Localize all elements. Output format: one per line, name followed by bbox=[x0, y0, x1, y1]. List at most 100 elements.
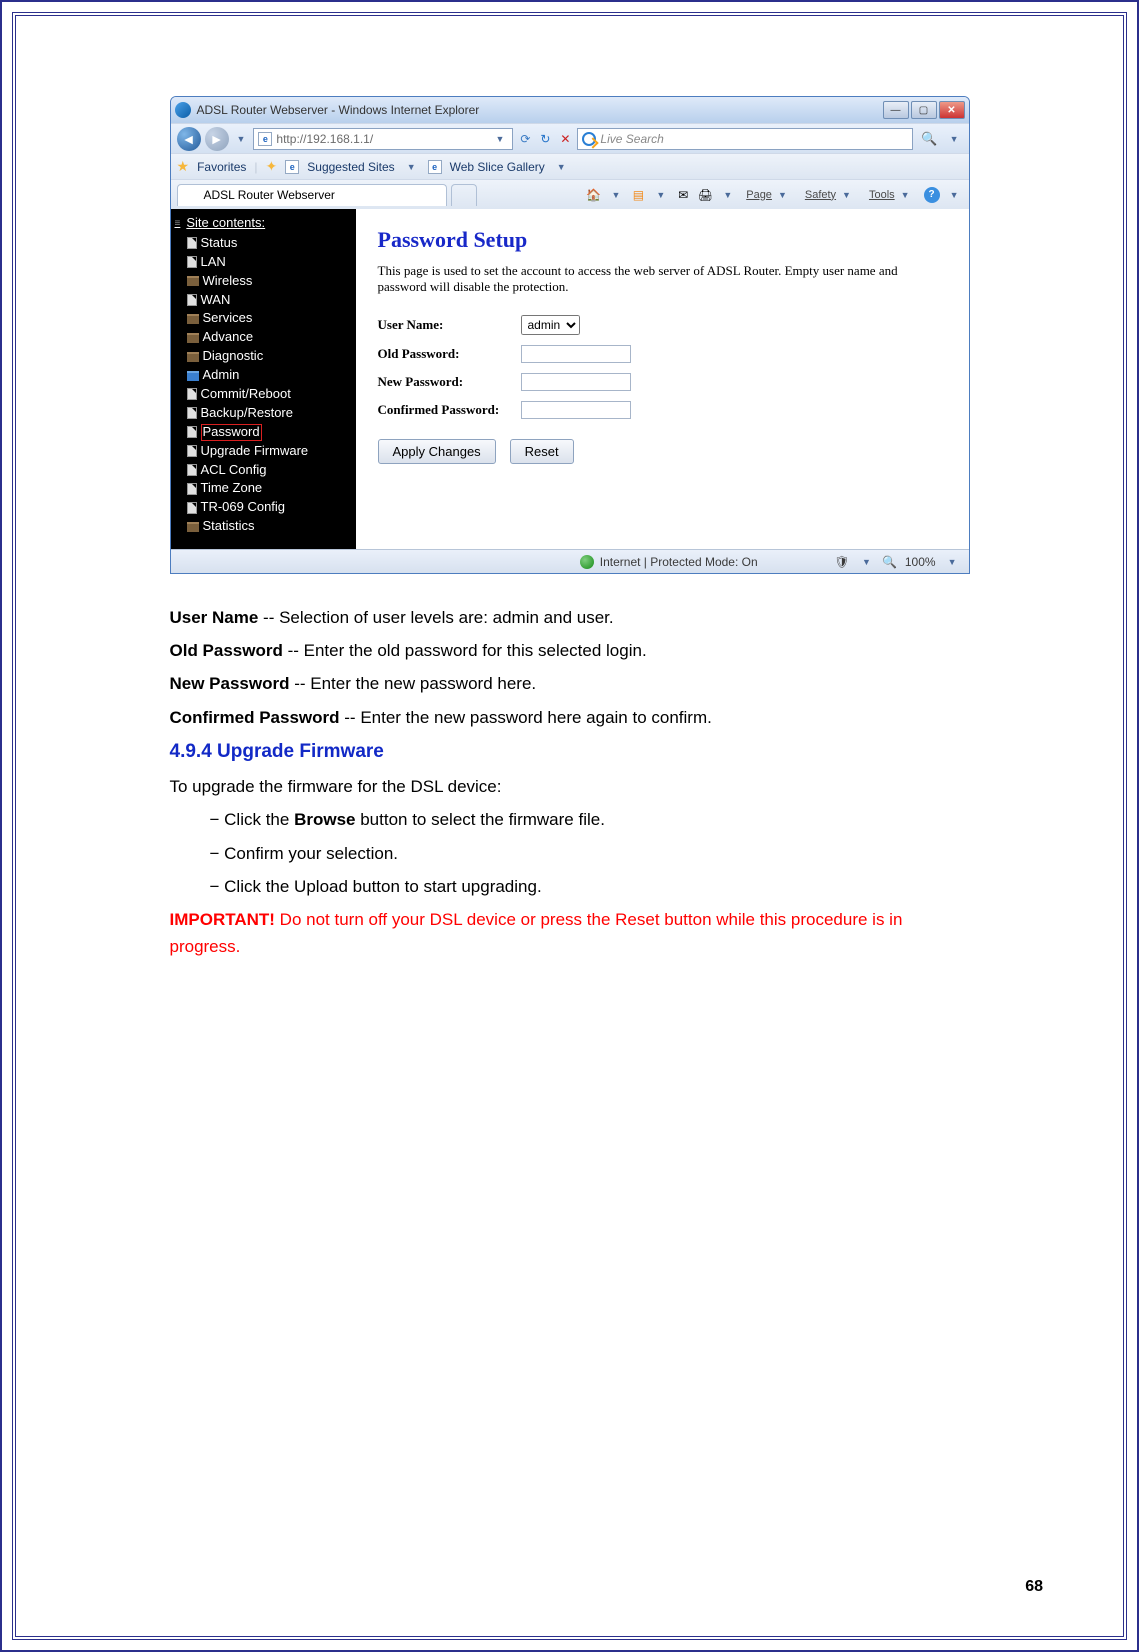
suggested-sites-favicon-icon: e bbox=[285, 160, 299, 174]
refresh-icon[interactable]: ↻ bbox=[537, 131, 553, 147]
home-icon[interactable]: 🏠 bbox=[585, 187, 601, 203]
close-button[interactable]: ✕ bbox=[939, 101, 965, 119]
web-slice-link[interactable]: Web Slice Gallery bbox=[450, 160, 545, 174]
nav-password[interactable]: Password bbox=[187, 423, 352, 442]
protected-mode-icon[interactable]: 🛡 bbox=[834, 554, 850, 570]
browser-tab[interactable]: ADSL Router Webserver bbox=[177, 184, 447, 206]
nav-status[interactable]: Status bbox=[187, 234, 352, 253]
back-button[interactable]: ◄ bbox=[177, 127, 201, 151]
nav-time-zone[interactable]: Time Zone bbox=[187, 479, 352, 498]
zone-icon bbox=[580, 555, 594, 569]
print-icon[interactable]: 🖨 bbox=[697, 187, 713, 203]
apply-changes-button[interactable]: Apply Changes bbox=[378, 439, 496, 464]
nav-wan[interactable]: WAN bbox=[187, 291, 352, 310]
print-drop-icon[interactable]: ▼ bbox=[719, 190, 736, 200]
page-menu[interactable]: Page▼ bbox=[742, 185, 795, 205]
page-heading: Password Setup bbox=[378, 227, 947, 253]
sidebar-root: Site contents: bbox=[186, 215, 265, 232]
address-dropdown-icon[interactable]: ▼ bbox=[492, 134, 509, 144]
def-oldpass-desc: -- Enter the old password for this selec… bbox=[283, 641, 647, 660]
nav-sidebar: ≡Site contents: Status LAN Wireless WAN … bbox=[171, 209, 356, 549]
reset-button[interactable]: Reset bbox=[510, 439, 574, 464]
new-tab-button[interactable] bbox=[451, 184, 477, 206]
important-note: IMPORTANT! Do not turn off your DSL devi… bbox=[170, 906, 970, 960]
page-number: 68 bbox=[1025, 1578, 1043, 1596]
star-icon[interactable]: ★ bbox=[177, 158, 190, 175]
search-bar[interactable]: Live Search bbox=[577, 128, 913, 150]
new-password-label: New Password: bbox=[378, 374, 513, 390]
feeds-icon[interactable]: ▤ bbox=[630, 187, 646, 203]
suggested-sites-link[interactable]: Suggested Sites bbox=[307, 160, 394, 174]
confirmed-password-label: Confirmed Password: bbox=[378, 402, 513, 418]
forward-button[interactable]: ► bbox=[205, 127, 229, 151]
tools-menu[interactable]: Tools▼ bbox=[865, 185, 918, 205]
favorites-bar: ★ Favorites | ✦ e Suggested Sites ▼ e We… bbox=[171, 153, 969, 179]
new-password-input[interactable] bbox=[521, 373, 631, 391]
help-drop-icon[interactable]: ▼ bbox=[946, 190, 963, 200]
confirmed-password-input[interactable] bbox=[521, 401, 631, 419]
web-slice-drop-icon[interactable]: ▼ bbox=[553, 162, 570, 172]
def-oldpass-term: Old Password bbox=[170, 641, 283, 660]
mail-icon[interactable]: ✉ bbox=[675, 187, 691, 203]
stop-icon[interactable]: ✕ bbox=[557, 131, 573, 147]
protected-mode-drop-icon[interactable]: ▼ bbox=[858, 557, 875, 567]
nav-lan[interactable]: LAN bbox=[187, 253, 352, 272]
tab-favicon-icon bbox=[186, 188, 200, 202]
feeds-drop-icon[interactable]: ▼ bbox=[652, 190, 669, 200]
tab-title: ADSL Router Webserver bbox=[204, 188, 335, 202]
username-label: User Name: bbox=[378, 317, 513, 333]
maximize-button[interactable]: ▢ bbox=[911, 101, 937, 119]
nav-advance[interactable]: Advance bbox=[187, 328, 352, 347]
ie-icon bbox=[175, 102, 191, 118]
step-2: − Confirm your selection. bbox=[170, 840, 970, 867]
zoom-drop-icon[interactable]: ▼ bbox=[944, 557, 961, 567]
def-confpass-term: Confirmed Password bbox=[170, 708, 340, 727]
nav-dropdown-icon[interactable]: ▼ bbox=[233, 134, 250, 144]
nav-commit-reboot[interactable]: Commit/Reboot bbox=[187, 385, 352, 404]
nav-services[interactable]: Services bbox=[187, 309, 352, 328]
page-description: This page is used to set the account to … bbox=[378, 263, 947, 295]
def-newpass-term: New Password bbox=[170, 674, 290, 693]
search-go-icon[interactable]: 🔍 bbox=[917, 131, 941, 147]
safety-menu[interactable]: Safety▼ bbox=[801, 185, 859, 205]
old-password-label: Old Password: bbox=[378, 346, 513, 362]
search-dropdown-icon[interactable]: ▼ bbox=[946, 134, 963, 144]
address-text: http://192.168.1.1/ bbox=[276, 132, 487, 146]
nav-backup-restore[interactable]: Backup/Restore bbox=[187, 404, 352, 423]
upgrade-intro: To upgrade the firmware for the DSL devi… bbox=[170, 773, 970, 800]
window-title: ADSL Router Webserver - Windows Internet… bbox=[197, 103, 881, 117]
favicon-icon: e bbox=[258, 132, 272, 146]
def-username-term: User Name bbox=[170, 608, 259, 627]
add-fav-icon[interactable]: ✦ bbox=[266, 158, 278, 175]
nav-acl-config[interactable]: ACL Config bbox=[187, 461, 352, 480]
nav-admin[interactable]: Admin bbox=[187, 366, 352, 385]
nav-wireless[interactable]: Wireless bbox=[187, 272, 352, 291]
nav-diagnostic[interactable]: Diagnostic bbox=[187, 347, 352, 366]
home-drop-icon[interactable]: ▼ bbox=[607, 190, 624, 200]
help-icon[interactable]: ? bbox=[924, 187, 940, 203]
window-titlebar: ADSL Router Webserver - Windows Internet… bbox=[171, 97, 969, 123]
tab-row: ADSL Router Webserver 🏠 ▼ ▤ ▼ ✉ 🖨 ▼ Page▼ S… bbox=[171, 179, 969, 209]
content-area: ≡Site contents: Status LAN Wireless WAN … bbox=[171, 209, 969, 549]
minimize-button[interactable]: — bbox=[883, 101, 909, 119]
live-search-icon bbox=[582, 132, 596, 146]
status-bar: Internet | Protected Mode: On 🛡▼ 🔍 100% … bbox=[171, 549, 969, 573]
document-body: User Name -- Selection of user levels ar… bbox=[170, 604, 970, 960]
address-bar[interactable]: e http://192.168.1.1/ ▼ bbox=[253, 128, 513, 150]
def-username-desc: -- Selection of user levels are: admin a… bbox=[258, 608, 613, 627]
username-select[interactable]: admin bbox=[521, 315, 580, 335]
old-password-input[interactable] bbox=[521, 345, 631, 363]
nav-statistics[interactable]: Statistics bbox=[187, 517, 352, 536]
zoom-level: 100% bbox=[905, 555, 936, 569]
search-placeholder: Live Search bbox=[600, 132, 908, 146]
def-newpass-desc: -- Enter the new password here. bbox=[290, 674, 537, 693]
suggested-sites-drop-icon[interactable]: ▼ bbox=[403, 162, 420, 172]
nav-upgrade-firmware[interactable]: Upgrade Firmware bbox=[187, 442, 352, 461]
def-confpass-desc: -- Enter the new password here again to … bbox=[340, 708, 712, 727]
zoom-icon[interactable]: 🔍 bbox=[883, 555, 897, 569]
main-panel: Password Setup This page is used to set … bbox=[356, 209, 969, 549]
compat-view-icon[interactable]: ⟳ bbox=[517, 131, 533, 147]
nav-tr069[interactable]: TR-069 Config bbox=[187, 498, 352, 517]
step-3: − Click the Upload button to start upgra… bbox=[170, 873, 970, 900]
favorites-label[interactable]: Favorites bbox=[197, 160, 246, 174]
